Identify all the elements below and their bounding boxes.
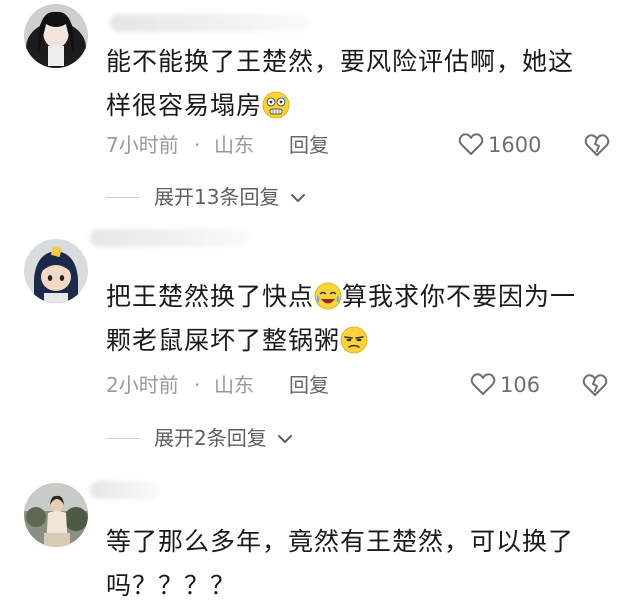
divider — [106, 438, 140, 439]
comment-item: 能不能换了王楚然，要风险评估啊，她这 样很容易塌房 7小时前 · 山东 回复 1… — [0, 0, 626, 215]
expand-replies-label: 展开2条回复 — [154, 423, 293, 453]
anxious-face-icon — [262, 91, 290, 119]
reply-button[interactable]: 回复 — [289, 130, 329, 160]
comment-text: 等了那么多年，竟然有王楚然，可以换了 吗？？？？ — [106, 520, 606, 608]
comment-text-line: 吗？？？？ — [106, 571, 237, 600]
expand-replies-text: 展开2条回复 — [154, 426, 267, 450]
comment-item: 把王楚然换了快点 算我求你不要因为一 颗老鼠屎坏了整锅粥 2小时前 · 山东 回… — [0, 215, 626, 465]
comment-text-line: 样很容易塌房 — [106, 84, 606, 128]
heart-outline-icon — [458, 133, 484, 155]
avatar-image — [24, 4, 88, 68]
meta-separator: · — [194, 373, 201, 397]
like-count: 106 — [500, 373, 541, 397]
comment-time: 7小时前 — [106, 133, 179, 157]
comment-text-segment: 算我求你不要因为一 — [342, 282, 577, 311]
comment-text-line: 颗老鼠屎坏了整锅粥 — [106, 319, 606, 363]
crying-laughing-face-icon — [314, 282, 342, 310]
avatar[interactable] — [24, 483, 88, 547]
comment-text-segment: 样很容易塌房 — [106, 91, 263, 120]
comment-text-segment: 颗老鼠屎坏了整锅粥 — [106, 326, 341, 355]
comment-item: 等了那么多年，竟然有王楚然，可以换了 吗？？？？ — [0, 465, 626, 609]
comment-text-line: 把王楚然换了快点 算我求你不要因为一 — [106, 275, 606, 319]
like-button[interactable]: 1600 — [458, 130, 541, 160]
broken-heart-icon[interactable] — [582, 372, 608, 398]
comment-text: 把王楚然换了快点 算我求你不要因为一 颗老鼠屎坏了整锅粥 — [106, 275, 606, 363]
expand-replies-text: 展开13条回复 — [154, 185, 280, 209]
comment-text-segment: 把王楚然换了快点 — [106, 282, 315, 311]
avatar-image — [24, 483, 88, 547]
meta-separator: · — [194, 133, 201, 157]
username-blurred — [90, 481, 160, 499]
chevron-down-icon — [290, 194, 305, 202]
username-blurred — [110, 14, 310, 32]
comment-location: 山东 — [214, 373, 254, 397]
like-count: 1600 — [488, 133, 542, 157]
avatar[interactable] — [24, 4, 88, 68]
chevron-down-icon — [278, 435, 293, 443]
broken-heart-icon[interactable] — [584, 132, 610, 158]
reply-button[interactable]: 回复 — [289, 370, 329, 400]
comment-text: 能不能换了王楚然，要风险评估啊，她这 样很容易塌房 — [106, 40, 606, 128]
divider — [106, 197, 140, 198]
avatar[interactable] — [24, 239, 88, 303]
expand-replies-label: 展开13条回复 — [154, 182, 306, 212]
username-blurred — [90, 229, 250, 247]
comment-time: 2小时前 — [106, 373, 179, 397]
comment-location: 山东 — [214, 133, 254, 157]
comment-text-line: 能不能换了王楚然，要风险评估啊，她这 — [106, 47, 575, 76]
heart-outline-icon — [470, 373, 496, 395]
avatar-image — [24, 239, 88, 303]
unamused-face-icon — [340, 326, 368, 354]
like-button[interactable]: 106 — [470, 370, 540, 400]
comment-text-line: 等了那么多年，竟然有王楚然，可以换了 — [106, 527, 575, 556]
